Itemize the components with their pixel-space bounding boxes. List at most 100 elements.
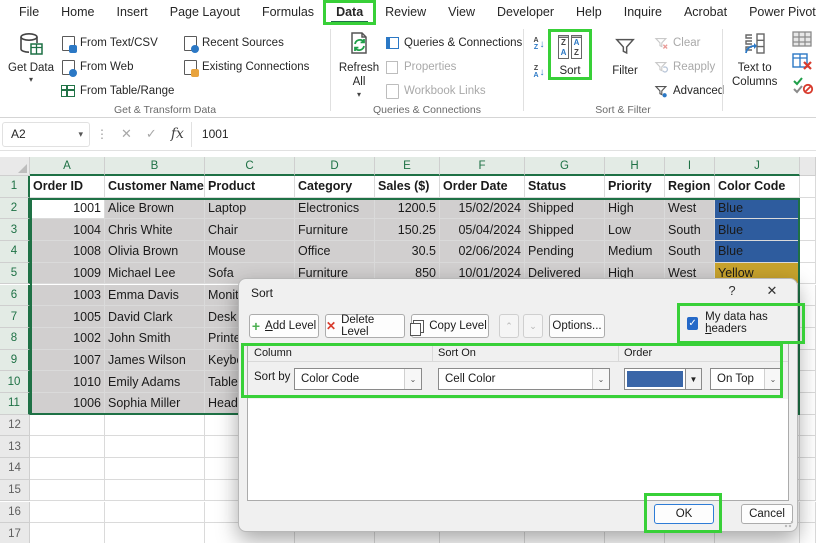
tab-home[interactable]: Home <box>50 1 105 24</box>
row-header-17[interactable]: 17 <box>0 523 30 543</box>
cell-H4[interactable]: Medium <box>605 241 665 263</box>
cell-A12[interactable] <box>30 414 105 437</box>
row-header-12[interactable]: 12 <box>0 414 30 437</box>
cell-B14[interactable] <box>105 458 205 480</box>
tab-formulas[interactable]: Formulas <box>251 1 325 24</box>
tab-help[interactable]: Help <box>565 1 613 24</box>
cell-B6[interactable]: Emma Davis <box>105 284 205 307</box>
options-button[interactable]: Options... <box>549 314 605 338</box>
cell-A5[interactable]: 1009 <box>30 262 105 285</box>
tab-developer[interactable]: Developer <box>486 1 565 24</box>
row-header-5[interactable]: 5 <box>0 262 30 285</box>
tab-inquire[interactable]: Inquire <box>613 1 673 24</box>
my-data-has-headers-checkbox[interactable]: ✓ My data has headers <box>677 303 805 344</box>
cell-partial-2[interactable] <box>800 197 816 220</box>
column-header-J[interactable]: J <box>715 157 800 176</box>
cell-A15[interactable] <box>30 479 105 502</box>
row-header-15[interactable]: 15 <box>0 479 30 502</box>
cell-partial-17[interactable] <box>800 523 816 543</box>
column-header-D[interactable]: D <box>295 157 375 176</box>
tab-insert[interactable]: Insert <box>106 1 159 24</box>
column-header-B[interactable]: B <box>105 157 205 176</box>
cell-B1[interactable]: Customer Name <box>105 176 205 198</box>
cell-partial-1[interactable] <box>800 176 816 198</box>
cell-partial-5[interactable] <box>800 262 816 285</box>
cell-G3[interactable]: Shipped <box>525 219 605 242</box>
row-header-8[interactable]: 8 <box>0 327 30 350</box>
from-table-range-button[interactable]: From Table/Range <box>60 81 174 101</box>
workbook-links-button[interactable]: Workbook Links <box>384 81 486 101</box>
cell-B3[interactable]: Chris White <box>105 219 205 242</box>
cell-H3[interactable]: Low <box>605 219 665 242</box>
cell-E3[interactable]: 150.25 <box>375 219 440 242</box>
column-header-E[interactable]: E <box>375 157 440 176</box>
tab-view[interactable]: View <box>437 1 486 24</box>
cell-A10[interactable]: 1010 <box>30 371 105 393</box>
select-all-corner[interactable] <box>0 157 30 176</box>
sort-descending-button[interactable]: Z A ↓ <box>528 61 550 83</box>
tab-power-pivot[interactable]: Power Pivot <box>738 1 816 24</box>
dialog-close-icon[interactable]: ✕ <box>757 283 787 303</box>
row-header-10[interactable]: 10 <box>0 371 30 393</box>
row-header-4[interactable]: 4 <box>0 241 30 263</box>
cell-B5[interactable]: Michael Lee <box>105 262 205 285</box>
cell-F2[interactable]: 15/02/2024 <box>440 197 525 220</box>
sort-on-dropdown[interactable]: Cell Color ⌄ <box>438 368 610 390</box>
row-header-6[interactable]: 6 <box>0 284 30 307</box>
copy-level-button[interactable]: Copy Level <box>410 314 489 338</box>
name-box[interactable]: A2 ▾ <box>2 121 90 147</box>
cell-A11[interactable]: 1006 <box>30 393 105 415</box>
tab-file[interactable]: File <box>8 1 50 24</box>
ok-button[interactable]: OK <box>644 493 722 533</box>
cell-F4[interactable]: 02/06/2024 <box>440 241 525 263</box>
advanced-filter-button[interactable]: Advanced <box>653 81 724 101</box>
text-to-columns-button[interactable]: Text to Columns <box>732 29 777 90</box>
cell-A17[interactable] <box>30 523 105 543</box>
clear-filter-button[interactable]: Clear <box>653 33 700 53</box>
cell-J4[interactable]: Blue <box>715 241 800 263</box>
column-header-G[interactable]: G <box>525 157 605 176</box>
order-color-swatch[interactable]: ▼ <box>624 368 702 390</box>
row-header-9[interactable]: 9 <box>0 349 30 372</box>
cell-B10[interactable]: Emily Adams <box>105 371 205 393</box>
cell-E1[interactable]: Sales ($) <box>375 176 440 198</box>
cell-partial-15[interactable] <box>800 479 816 502</box>
tab-data[interactable]: Data <box>323 0 377 25</box>
filter-button[interactable]: Filter <box>610 32 640 78</box>
cell-I2[interactable]: West <box>665 197 715 220</box>
cell-D3[interactable]: Furniture <box>295 219 375 242</box>
flash-fill-icon[interactable] <box>792 31 814 54</box>
cell-A13[interactable] <box>30 436 105 459</box>
cell-partial-13[interactable] <box>800 436 816 459</box>
cell-partial-7[interactable] <box>800 306 816 328</box>
cell-A4[interactable]: 1008 <box>30 241 105 263</box>
get-data-button[interactable]: Get Data ▾ <box>8 29 54 85</box>
cell-I1[interactable]: Region <box>665 176 715 198</box>
cell-A16[interactable] <box>30 501 105 524</box>
delete-level-button[interactable]: ✕ Delete Level <box>325 314 405 338</box>
column-header-I[interactable]: I <box>665 157 715 176</box>
cancel-entry-icon[interactable]: ✕ <box>121 126 132 142</box>
cell-partial-11[interactable] <box>800 393 816 415</box>
cell-A2[interactable]: 1001 <box>30 197 105 220</box>
cell-B16[interactable] <box>105 501 205 524</box>
data-validation-icon[interactable] <box>792 77 814 100</box>
move-up-button[interactable]: ⌃ <box>499 314 519 338</box>
row-header-13[interactable]: 13 <box>0 436 30 459</box>
cell-A7[interactable]: 1005 <box>30 306 105 328</box>
row-header-3[interactable]: 3 <box>0 219 30 242</box>
column-header-F[interactable]: F <box>440 157 525 176</box>
remove-duplicates-icon[interactable] <box>792 53 814 76</box>
cell-B9[interactable]: James Wilson <box>105 349 205 372</box>
cell-B7[interactable]: David Clark <box>105 306 205 328</box>
cell-F3[interactable]: 05/04/2024 <box>440 219 525 242</box>
cell-partial-10[interactable] <box>800 371 816 393</box>
cell-B11[interactable]: Sophia Miller <box>105 393 205 415</box>
confirm-entry-icon[interactable]: ✓ <box>146 126 157 142</box>
cell-partial-9[interactable] <box>800 349 816 372</box>
cell-A8[interactable]: 1002 <box>30 327 105 350</box>
row-header-1[interactable]: 1 <box>0 176 30 198</box>
insert-function-icon[interactable]: fx <box>171 126 184 142</box>
order-position-dropdown[interactable]: On Top ⌄ <box>710 368 782 390</box>
existing-connections-button[interactable]: Existing Connections <box>182 57 309 77</box>
